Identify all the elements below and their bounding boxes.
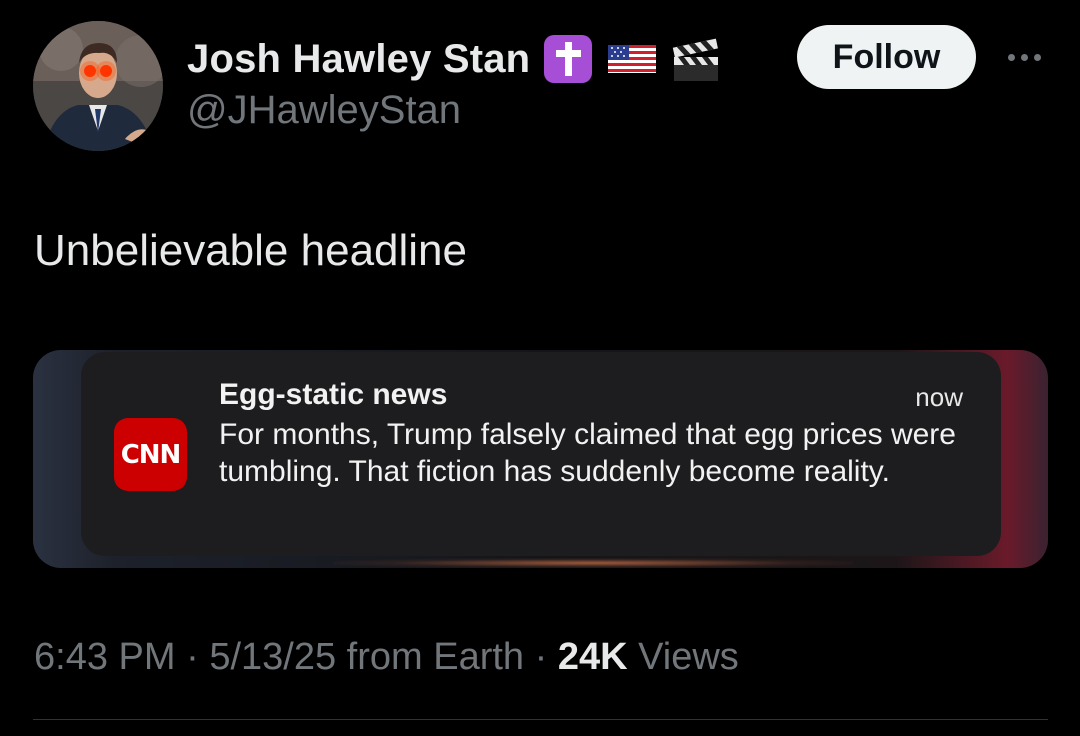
views-label: Views (638, 636, 739, 678)
notification-title: Egg-static news (219, 378, 448, 411)
more-dot (1007, 53, 1015, 61)
notification-time: now (915, 382, 963, 412)
notification-body: For months, Trump falsely claimed that e… (219, 418, 956, 488)
push-notification: CNN Egg-static news now For months, Trum… (81, 352, 1001, 556)
media-glow (333, 558, 853, 568)
more-dot (1033, 53, 1041, 61)
clapper-board-emoji-icon (670, 33, 722, 85)
tweet-text: Unbelievable headline (34, 226, 467, 275)
tweet-meta: 6:43 PM · 5/13/25 from Earth · 24K Views (34, 636, 739, 679)
display-name[interactable]: Josh Hawley Stan (187, 37, 530, 82)
cnn-logo-icon: CNN (114, 418, 187, 491)
us-flag-emoji-icon (606, 33, 658, 85)
tweet-source: from Earth (346, 636, 525, 678)
divider (33, 719, 1048, 720)
avatar[interactable] (33, 21, 163, 151)
follow-button[interactable]: Follow (797, 25, 976, 89)
latin-cross-emoji-icon (542, 33, 594, 85)
tweet-date[interactable]: 5/13/25 (209, 636, 336, 678)
author-handle[interactable]: @JHawleyStan (187, 88, 461, 133)
more-options-icon[interactable] (1002, 40, 1046, 74)
more-dot (1020, 53, 1028, 61)
tweet-detail: Josh Hawley Stan @JHawleyStan Follow Unb… (0, 0, 1080, 736)
meta-separator: · (186, 636, 199, 678)
meta-separator: · (534, 636, 548, 678)
tweet-media-image[interactable]: CNN Egg-static news now For months, Trum… (33, 350, 1048, 568)
tweet-time[interactable]: 6:43 PM (34, 636, 176, 678)
views-count[interactable]: 24K (558, 636, 628, 678)
author-name-row: Josh Hawley Stan (187, 30, 722, 88)
